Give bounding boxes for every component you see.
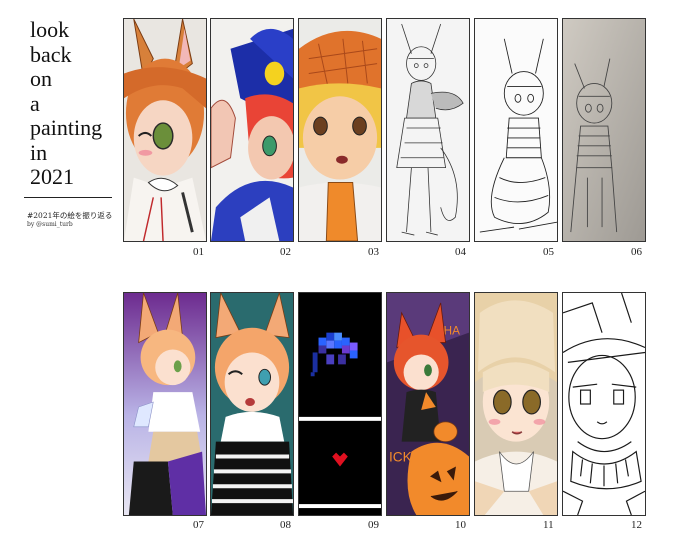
title-line: back xyxy=(30,41,72,67)
title-line: on xyxy=(30,66,52,91)
panel-number: 01 xyxy=(193,246,204,258)
panel-number: 04 xyxy=(455,246,466,258)
artwork-panel-12[interactable] xyxy=(562,292,646,516)
panel-number: 08 xyxy=(280,519,291,531)
artwork-panel-10[interactable]: HA ICK xyxy=(386,292,470,516)
panel-number: 05 xyxy=(543,246,554,258)
artwork-panel-03[interactable] xyxy=(298,18,382,242)
panel-number: 11 xyxy=(543,519,554,531)
artwork-panel-06[interactable] xyxy=(562,18,646,242)
byline: by @sumi_turb xyxy=(27,221,73,228)
panel-number: 10 xyxy=(455,519,466,531)
title-divider xyxy=(24,197,112,198)
title-line: look xyxy=(30,17,70,42)
title-line: a xyxy=(30,90,40,116)
artwork-panel-07[interactable] xyxy=(123,292,207,516)
panel-number: 07 xyxy=(193,519,204,531)
panel-number: 06 xyxy=(631,246,642,258)
panel-number: 02 xyxy=(280,246,291,258)
artwork-panel-02[interactable] xyxy=(210,18,294,242)
panel-number: 03 xyxy=(368,246,379,258)
title-line: painting xyxy=(30,115,103,140)
artwork-panel-04[interactable] xyxy=(386,18,470,242)
title-line: 2021 xyxy=(30,164,74,189)
artwork-panel-11[interactable] xyxy=(474,292,558,516)
panel-number: 12 xyxy=(631,519,642,531)
panel-number: 09 xyxy=(368,519,379,531)
page-title: look back on a painting in 2021 xyxy=(30,17,125,190)
artwork-panel-08[interactable] xyxy=(210,292,294,516)
artwork-panel-09[interactable] xyxy=(298,292,382,516)
artwork-panel-05[interactable] xyxy=(474,18,558,242)
title-line: in xyxy=(30,139,48,165)
panel-10-text-top: HA xyxy=(444,324,460,338)
artwork-panel-01[interactable] xyxy=(123,18,207,242)
hashtag: #2021年の絵を振り返る xyxy=(27,211,113,220)
panel-10-text-bottom: ICK xyxy=(389,449,413,464)
